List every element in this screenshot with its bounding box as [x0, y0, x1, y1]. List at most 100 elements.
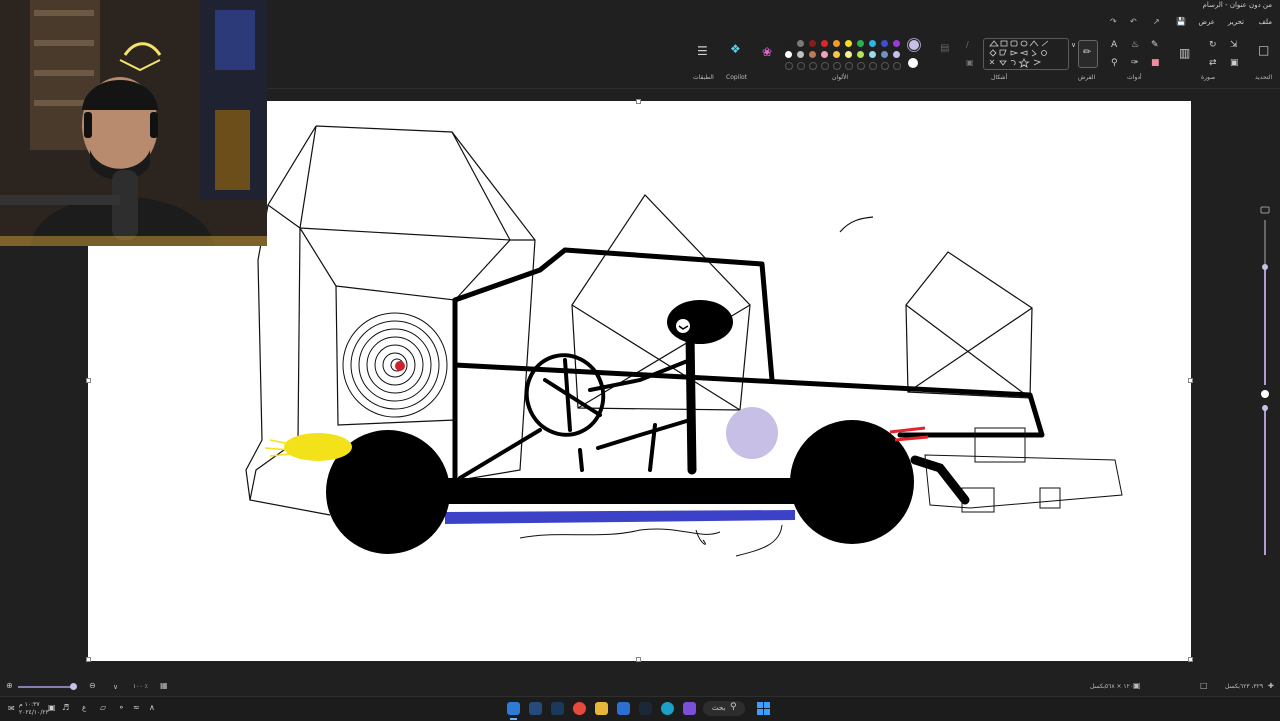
taskbar-edge2-icon[interactable]	[661, 702, 674, 715]
custom-color-slot[interactable]	[845, 62, 853, 70]
zoom-dropdown-icon[interactable]: ∨	[113, 683, 118, 691]
zoom-in-icon[interactable]: ⊕	[6, 681, 13, 690]
palette-color-swatch[interactable]	[881, 40, 888, 47]
clock-time[interactable]: ١٠:٣٧ م	[19, 701, 40, 708]
primary-color[interactable]	[907, 38, 921, 52]
resize-handle-bottom[interactable]	[636, 657, 641, 662]
text-icon[interactable]: A	[1111, 40, 1117, 50]
menu-edit[interactable]: تحرير	[1228, 18, 1244, 26]
palette-color-swatch[interactable]	[857, 51, 864, 58]
palette-color-swatch[interactable]	[845, 51, 852, 58]
resize-handle-left[interactable]	[86, 378, 91, 383]
palette-color-swatch[interactable]	[881, 51, 888, 58]
clock-date[interactable]: ٢٠٢٤/١٠/٢٣	[19, 709, 49, 716]
taskbar-chrome-icon[interactable]	[573, 702, 586, 715]
magnifier-icon[interactable]: ⚲	[1111, 58, 1118, 68]
palette-color-swatch[interactable]	[821, 51, 828, 58]
selection-icon[interactable]: □	[1258, 44, 1269, 56]
resize-handle-top[interactable]	[636, 99, 641, 104]
layers-icon[interactable]: ☰	[697, 45, 708, 57]
custom-color-slot[interactable]	[833, 62, 841, 70]
resize-icon[interactable]: ⇲	[1230, 40, 1238, 50]
zoom-level[interactable]: ١٠٠ ٪	[133, 683, 148, 690]
group-label-selection: التحديد	[1255, 74, 1273, 81]
pencil-icon[interactable]: ✎	[1151, 40, 1159, 50]
group-label-brushes: الفرش	[1078, 74, 1096, 81]
tray-app-icon[interactable]: ▱	[100, 703, 106, 712]
palette-color-swatch[interactable]	[833, 51, 840, 58]
palette-color-swatch[interactable]	[797, 51, 804, 58]
resize-handle-bottom-right[interactable]	[1188, 657, 1193, 662]
palette-color-swatch[interactable]	[785, 40, 792, 47]
taskbar-steam-icon[interactable]	[551, 702, 564, 715]
color-wheel-icon[interactable]: ❀	[762, 46, 772, 58]
palette-color-swatch[interactable]	[833, 40, 840, 47]
taskbar-folder-icon[interactable]	[595, 702, 608, 715]
menu-view[interactable]: عرض	[1198, 18, 1215, 26]
notification-icon[interactable]: ✉	[8, 704, 15, 713]
shapes-gallery[interactable]	[983, 38, 1069, 70]
custom-color-slot[interactable]	[881, 62, 889, 70]
flip-icon[interactable]: ⇄	[1209, 58, 1217, 68]
zoom-slider[interactable]	[18, 686, 73, 688]
cursor-position: ٣٢٩، ٦٢٣بكسل	[1225, 683, 1264, 690]
palette-color-swatch[interactable]	[857, 40, 864, 47]
zoom-out-icon[interactable]: ⊖	[89, 681, 96, 690]
save-icon[interactable]: 💾	[1176, 17, 1186, 26]
fill-shape-icon[interactable]: ▣	[966, 58, 974, 68]
palette-color-swatch[interactable]	[869, 40, 876, 47]
share-icon[interactable]: ↗	[1153, 17, 1160, 26]
taskbar-app-icon[interactable]	[529, 702, 542, 715]
taskbar-edge-icon[interactable]	[507, 702, 520, 715]
taskbar-store-icon[interactable]	[617, 702, 630, 715]
circle-shape-icon	[1041, 50, 1047, 56]
zoom-slider-thumb[interactable]	[70, 683, 77, 690]
volume-icon[interactable]: ♬	[62, 703, 69, 712]
palette-color-swatch[interactable]	[809, 51, 816, 58]
undo-icon[interactable]: ↶	[1130, 17, 1137, 26]
fit-window-icon[interactable]: ▦	[160, 681, 168, 690]
palette-color-swatch[interactable]	[845, 40, 852, 47]
custom-color-slot[interactable]	[857, 62, 865, 70]
brush-size-slider[interactable]	[1258, 205, 1272, 560]
custom-color-slot[interactable]	[809, 62, 817, 70]
palette-color-swatch[interactable]	[893, 51, 900, 58]
resize-handle-right[interactable]	[1188, 378, 1193, 383]
custom-color-slot[interactable]	[785, 62, 793, 70]
taskbar-discord-icon[interactable]	[683, 702, 696, 715]
crop-icon[interactable]: ▥	[1179, 47, 1190, 59]
resize-handle-bottom-left[interactable]	[86, 657, 91, 662]
custom-color-slot[interactable]	[869, 62, 877, 70]
windows-start-icon[interactable]	[757, 702, 770, 715]
rotate-icon[interactable]: ↻	[1209, 40, 1217, 50]
window-title: من دون عنوان - الرسام	[1202, 1, 1272, 9]
redo-icon[interactable]: ↷	[1110, 17, 1117, 26]
shape-style-icon[interactable]: ▤	[940, 44, 949, 54]
secondary-color-swatch[interactable]	[908, 58, 918, 68]
custom-color-slot[interactable]	[893, 62, 901, 70]
chevron-up-icon[interactable]: ∧	[149, 703, 155, 712]
image-extra-icon[interactable]: ▣	[1230, 58, 1239, 68]
chevron-down-icon[interactable]: ∨	[1071, 40, 1076, 50]
palette-color-swatch[interactable]	[785, 51, 792, 58]
outline-icon[interactable]: ∕	[966, 40, 969, 50]
taskbar-steam2-icon[interactable]	[639, 702, 652, 715]
palette-color-swatch[interactable]	[809, 40, 816, 47]
microphone-icon[interactable]: ⚬	[118, 703, 125, 712]
fill-icon[interactable]: ♨	[1131, 40, 1139, 50]
menu-file[interactable]: ملف	[1259, 18, 1272, 26]
copilot-icon[interactable]: ❖	[730, 43, 741, 55]
color-picker-icon[interactable]: ✑	[1131, 58, 1139, 68]
custom-color-slot[interactable]	[821, 62, 829, 70]
wifi-icon[interactable]: ≈	[133, 703, 140, 712]
brush-button[interactable]: ✏	[1078, 40, 1098, 68]
line-shape-icon	[1041, 40, 1049, 47]
custom-color-slot[interactable]	[797, 62, 805, 70]
palette-color-swatch[interactable]	[797, 40, 804, 47]
network-icon[interactable]: ▣	[48, 703, 56, 712]
language-indicator[interactable]: ع	[82, 704, 86, 712]
palette-color-swatch[interactable]	[869, 51, 876, 58]
palette-color-swatch[interactable]	[893, 40, 900, 47]
eraser-icon[interactable]: ■	[1151, 58, 1160, 68]
palette-color-swatch[interactable]	[821, 40, 828, 47]
